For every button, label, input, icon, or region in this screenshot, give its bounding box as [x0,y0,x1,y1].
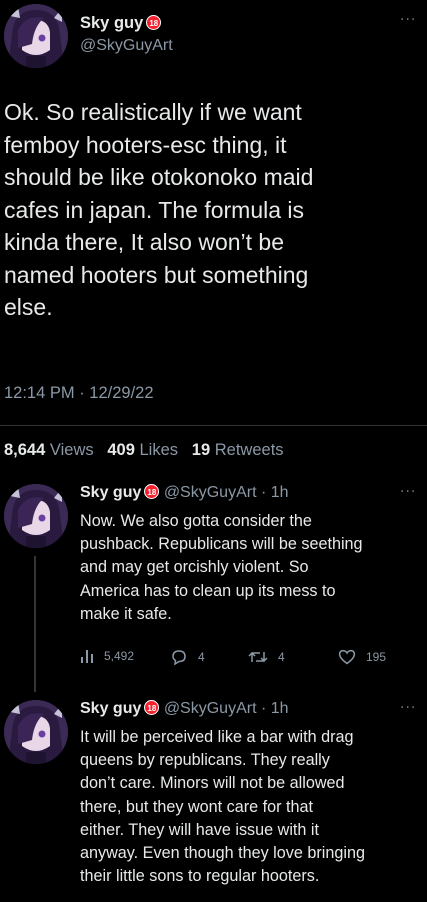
heart-icon [338,649,356,665]
tweet-timestamp[interactable]: 12:14 PM · 12/29/22 [4,384,154,403]
reply-author-name[interactable]: Sky guy [80,484,141,501]
age-badge: 18 [144,700,160,715]
views-count: 5,492 [104,649,135,663]
reply-author-name[interactable]: Sky guy [80,700,141,717]
retweets-count: 19 [191,441,211,459]
tweet-stats: 8,644 Views 409 Likes 19 Retweets [4,441,284,460]
author-name[interactable]: Sky guy 18 [80,14,162,33]
views-label: Views [49,441,94,459]
divider [0,425,427,426]
reply-handle-time[interactable]: @SkyGuyArt · 1h [164,484,289,501]
reply-actions: 5,492 4 4 195 [80,649,410,667]
retweet-count: 4 [278,650,285,664]
views-action[interactable]: 5,492 [80,649,134,663]
reply-text: Now. We also gotta consider the pushback… [80,512,363,623]
like-count: 195 [366,650,387,664]
more-options-icon[interactable]: ··· [400,700,416,716]
age-badge: 18 [146,15,162,30]
views-bar-icon [81,650,93,663]
age-badge: 18 [144,484,160,499]
retweets-stat[interactable]: 19 Retweets [192,441,284,459]
retweet-action[interactable]: 4 [248,649,285,665]
likes-count: 409 [107,441,135,459]
author-handle[interactable]: @SkyGuyArt [80,37,173,55]
reply-count: 4 [198,650,205,664]
likes-label: Likes [139,441,179,459]
views-count: 8,644 [4,441,46,459]
reply-header: Sky guy 18 @SkyGuyArt · 1h [80,484,289,502]
retweet-icon [248,651,268,663]
likes-stat[interactable]: 409 Likes [107,441,178,459]
reply-header: Sky guy 18 @SkyGuyArt · 1h [80,700,289,718]
author-name-text: Sky guy [80,14,144,32]
reply-handle-time[interactable]: @SkyGuyArt · 1h [164,700,289,717]
reply-action[interactable]: 4 [170,649,205,665]
tweet-text: Ok. So realistically if we want femboy h… [4,99,314,320]
thread-line [34,556,36,692]
more-options-icon[interactable]: ··· [400,12,416,28]
reply-text: It will be perceived like a bar with dra… [80,728,365,886]
reply-bubble-icon [172,650,186,665]
more-options-icon[interactable]: ··· [400,484,416,500]
reply-avatar[interactable] [4,484,68,548]
reply-avatar[interactable] [4,700,68,764]
like-action[interactable]: 195 [338,649,386,665]
retweets-label: Retweets [214,441,284,459]
avatar[interactable] [4,4,68,68]
